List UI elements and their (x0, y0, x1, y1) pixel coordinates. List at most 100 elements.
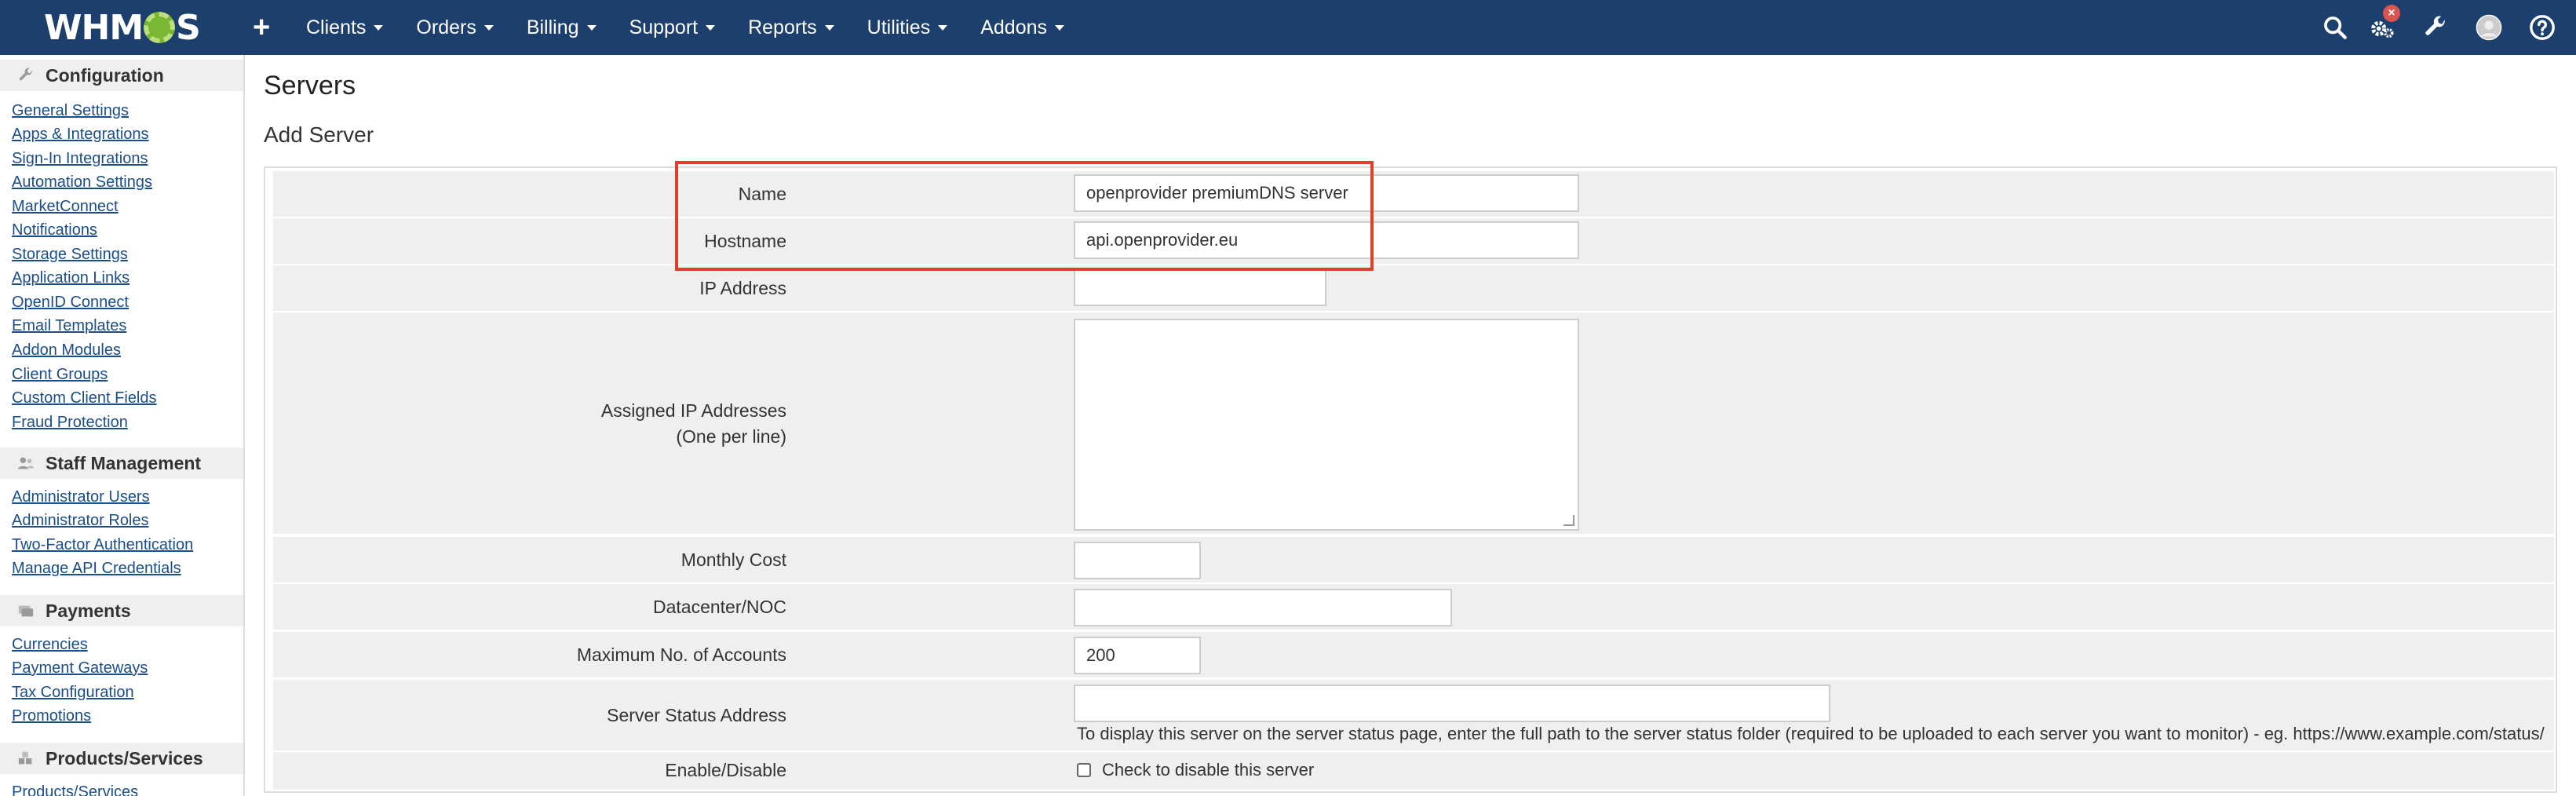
form-row-assigned-ips: Assigned IP Addresses (One per line) (273, 312, 2554, 534)
main-menu: Clients Orders Billing Support Reports U… (306, 0, 1097, 55)
enable-disable-label: Enable/Disable (665, 760, 786, 780)
ip-field-cell (1071, 268, 2554, 308)
section-title: Add Server (264, 122, 374, 147)
caret-down-icon (706, 24, 716, 31)
caret-down-icon (586, 24, 597, 31)
wrench-icon[interactable] (2422, 14, 2449, 41)
sidebar-link-general-settings[interactable]: General Settings (12, 102, 129, 120)
sidebar-section-title: Configuration (46, 64, 164, 86)
form-row-status-address: Server Status Address To display this se… (273, 680, 2554, 750)
sidebar-link-openid-connect[interactable]: OpenID Connect (12, 294, 129, 312)
caret-down-icon (483, 24, 494, 31)
sidebar-link-email-templates[interactable]: Email Templates (12, 317, 126, 335)
ip-address-input[interactable] (1074, 268, 1326, 306)
sidebar-section-staff-management: Staff Management (0, 447, 243, 479)
form-row-datacenter: Datacenter/NOC (273, 584, 2554, 630)
datacenter-label: Datacenter/NOC (652, 597, 786, 617)
search-icon[interactable] (2322, 14, 2348, 41)
sidebar-link-manage-api-credentials[interactable]: Manage API Credentials (12, 560, 181, 578)
assigned-ips-label-line2: (One per line) (676, 426, 786, 447)
users-icon (17, 457, 35, 469)
sidebar-link-marketconnect[interactable]: MarketConnect (12, 198, 119, 216)
form-row-name: Name openprovider premiumDNS server (273, 171, 2554, 217)
form-row-hostname: Hostname api.openprovider.eu (273, 218, 2554, 264)
menu-billing-label: Billing (526, 16, 579, 38)
menu-addons-label: Addons (980, 16, 1048, 38)
menu-clients-label: Clients (306, 16, 367, 38)
menu-utilities-label: Utilities (867, 16, 931, 38)
sidebar-link-sign-in-integrations[interactable]: Sign-In Integrations (12, 150, 148, 168)
form-row-enable-disable: Enable/Disable Check to disable this ser… (273, 752, 2554, 790)
sidebar-link-custom-client-fields[interactable]: Custom Client Fields (12, 389, 157, 407)
sidebar-link-promotions[interactable]: Promotions (12, 707, 91, 725)
sidebar-section-title: Products/Services (46, 747, 203, 769)
sidebar-link-fraud-protection[interactable]: Fraud Protection (12, 414, 128, 432)
max-accounts-input[interactable]: 200 (1074, 637, 1201, 674)
menu-addons[interactable]: Addons (980, 16, 1065, 39)
sidebar-link-administrator-roles[interactable]: Administrator Roles (12, 512, 149, 530)
menu-support-label: Support (629, 16, 699, 38)
sidebar: Configuration General Settings Apps & In… (0, 55, 245, 796)
whmcs-logo[interactable]: WHM S (44, 7, 201, 48)
sidebar-section-payments: Payments (0, 595, 243, 626)
payments-icon (18, 605, 34, 617)
disable-server-checkbox-label[interactable]: Check to disable this server (1102, 760, 1314, 780)
menu-clients[interactable]: Clients (306, 16, 384, 39)
sidebar-link-tax-configuration[interactable]: Tax Configuration (12, 684, 134, 702)
page-title: Servers (264, 71, 356, 100)
avatar[interactable] (2476, 14, 2502, 41)
status-address-input[interactable] (1074, 685, 1830, 722)
sidebar-link-apps-integrations[interactable]: Apps & Integrations (12, 126, 149, 144)
logo-text-left: WHM (44, 7, 144, 48)
ip-address-label: IP Address (699, 278, 786, 298)
assigned-ips-label: Assigned IP Addresses (One per line) (601, 400, 786, 447)
top-navbar: WHM S + Clients Orders Billing Support Re… (0, 0, 2576, 55)
caret-down-icon (824, 24, 834, 31)
sidebar-link-payment-gateways[interactable]: Payment Gateways (12, 659, 148, 677)
sidebar-section-title: Staff Management (46, 452, 202, 473)
monthly-cost-label: Monthly Cost (680, 550, 786, 570)
sidebar-link-administrator-users[interactable]: Administrator Users (12, 488, 150, 506)
menu-billing[interactable]: Billing (527, 16, 597, 39)
logo-text-right: S (176, 7, 201, 48)
menu-orders-label: Orders (416, 16, 476, 38)
caret-down-icon (938, 24, 948, 31)
datacenter-input[interactable] (1074, 589, 1452, 626)
menu-utilities[interactable]: Utilities (867, 16, 948, 39)
menu-support[interactable]: Support (629, 16, 716, 39)
sidebar-link-automation-settings[interactable]: Automation Settings (12, 173, 152, 192)
form-row-ip-address: IP Address (273, 265, 2554, 311)
caret-down-icon (1055, 24, 1065, 31)
sidebar-link-client-groups[interactable]: Client Groups (12, 366, 108, 384)
sidebar-link-addon-modules[interactable]: Addon Modules (12, 341, 121, 360)
logo-gear-icon (144, 12, 176, 43)
max-accounts-label: Maximum No. of Accounts (576, 644, 786, 665)
cubes-icon (18, 751, 32, 765)
notification-badge[interactable]: × (2383, 5, 2400, 22)
menu-reports[interactable]: Reports (748, 16, 834, 39)
sidebar-link-storage-settings[interactable]: Storage Settings (12, 246, 128, 264)
form-row-monthly-cost: Monthly Cost (273, 537, 2554, 582)
disable-server-checkbox[interactable] (1077, 763, 1091, 777)
sidebar-link-application-links[interactable]: Application Links (12, 269, 130, 287)
sidebar-section-title: Payments (46, 600, 131, 621)
quick-add-button[interactable]: + (253, 11, 270, 45)
form-row-max-accounts: Maximum No. of Accounts 200 (273, 632, 2554, 677)
sidebar-section-products-services: Products/Services (0, 743, 243, 774)
sidebar-link-products-services[interactable]: Products/Services (12, 783, 138, 796)
sidebar-link-notifications[interactable]: Notifications (12, 221, 97, 239)
sidebar-link-two-factor-authentication[interactable]: Two-Factor Authentication (12, 536, 193, 554)
menu-reports-label: Reports (748, 16, 817, 38)
status-address-label: Server Status Address (607, 705, 786, 725)
menu-orders[interactable]: Orders (416, 16, 494, 39)
sidebar-link-currencies[interactable]: Currencies (12, 636, 88, 654)
assigned-ips-label-line1: Assigned IP Addresses (600, 400, 786, 421)
assigned-ips-textarea[interactable] (1074, 319, 1579, 531)
monthly-cost-input[interactable] (1074, 542, 1201, 579)
highlight-annotation (675, 161, 1374, 271)
status-address-hint: To display this server on the server sta… (1077, 724, 2545, 743)
wrench-icon (19, 68, 32, 81)
resize-handle-icon[interactable] (1563, 515, 1574, 526)
help-icon[interactable] (2529, 14, 2556, 41)
caret-down-icon (374, 24, 384, 31)
